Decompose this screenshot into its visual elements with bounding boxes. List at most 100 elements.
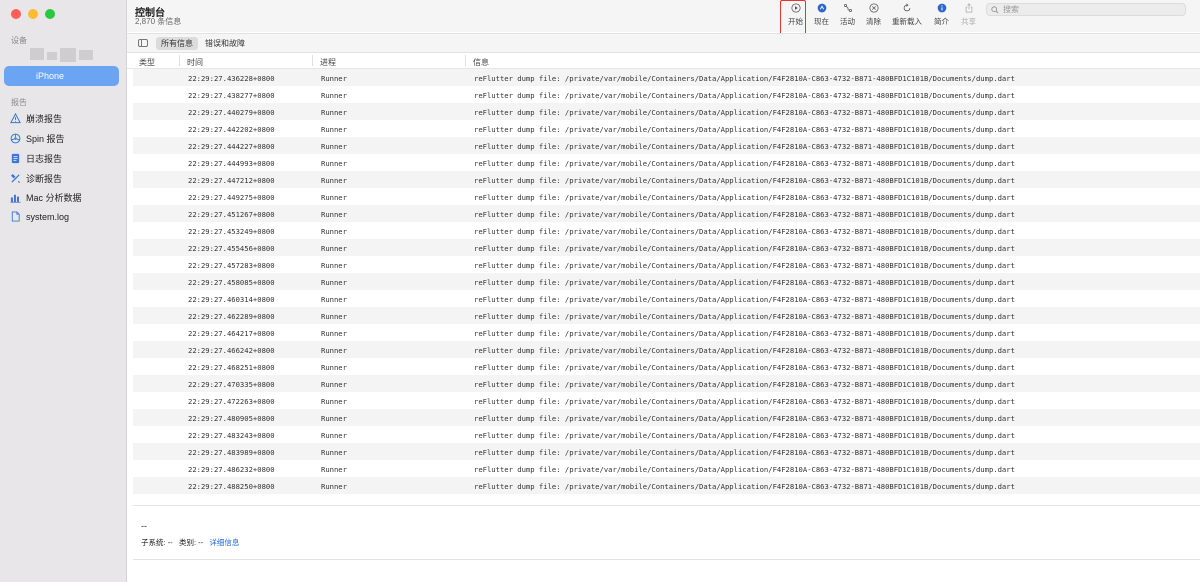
column-header-type[interactable]: 类型 [139,57,155,68]
row-time: 22:29:27.438277+0800 [188,91,275,100]
filter-bar: 所有信息 错误和故障 [127,33,1200,53]
play-icon [790,3,801,13]
table-row[interactable]: 22:29:27.453249+0800 Runner reFlutter dump… [133,222,1200,239]
sidebar-item-label: 崩溃报告 [26,114,63,124]
now-button[interactable]: 现在 [814,3,829,27]
table-row[interactable]: 22:29:27.442202+0800 Runner reFlutter dump… [133,120,1200,137]
row-process: Runner [321,125,347,134]
table-row[interactable]: 22:29:27.449275+0800 Runner reFlutter dump… [133,188,1200,205]
activity-button[interactable]: 活动 [840,3,855,27]
table-row[interactable]: 22:29:27.488250+0800 Runner reFlutter dump… [133,477,1200,494]
warning-icon [10,113,21,124]
file-icon [11,211,20,222]
reports-section-label: 报告 [11,98,27,107]
row-process: Runner [321,193,347,202]
column-header-time[interactable]: 时间 [187,57,203,68]
close-window-button[interactable] [11,9,21,19]
clear-icon [868,3,879,13]
column-divider[interactable] [312,55,313,66]
table-row[interactable]: 22:29:27.438277+0800 Runner reFlutter dump… [133,86,1200,103]
row-process: Runner [321,91,347,100]
sidebar-item-mac-analytics[interactable]: Mac 分析数据 [10,191,82,204]
row-time: 22:29:27.468251+0800 [188,363,275,372]
table-row[interactable]: 22:29:27.486232+0800 Runner reFlutter dump… [133,460,1200,477]
table-row[interactable]: 22:29:27.447212+0800 Runner reFlutter dump… [133,171,1200,188]
minimize-window-button[interactable] [28,9,38,19]
tab-all-messages[interactable]: 所有信息 [156,36,198,50]
table-row[interactable]: 22:29:27.483989+0800 Runner reFlutter dump… [133,443,1200,460]
row-message: reFlutter dump file: /private/var/mobile… [474,329,1015,338]
share-button-label: 共享 [961,17,976,26]
row-message: reFlutter dump file: /private/var/mobile… [474,312,1015,321]
details-link[interactable]: 详细信息 [209,538,239,547]
column-header-process[interactable]: 进程 [320,57,336,68]
row-time: 22:29:27.483243+0800 [188,431,275,440]
info-icon [937,3,946,13]
row-process: Runner [321,227,347,236]
row-message: reFlutter dump file: /private/var/mobile… [474,363,1015,372]
row-process: Runner [321,482,347,491]
column-header-message[interactable]: 信息 [473,57,489,68]
row-process: Runner [321,363,347,372]
row-message: reFlutter dump file: /private/var/mobile… [474,465,1015,474]
info-button[interactable]: 简介 [934,3,949,27]
table-row[interactable]: 22:29:27.468251+0800 Runner reFlutter dump… [133,358,1200,375]
table-row[interactable]: 22:29:27.451267+0800 Runner reFlutter dump… [133,205,1200,222]
row-message: reFlutter dump file: /private/var/mobile… [474,210,1015,219]
table-row[interactable]: 22:29:27.470335+0800 Runner reFlutter dump… [133,375,1200,392]
table-row[interactable]: 22:29:27.483243+0800 Runner reFlutter dump… [133,426,1200,443]
zoom-window-button[interactable] [45,9,55,19]
table-row[interactable]: 22:29:27.436228+0800 Runner reFlutter dump… [133,69,1200,86]
table-row[interactable]: 22:29:27.462289+0800 Runner reFlutter dump… [133,307,1200,324]
sidebar: 设备 iPhone 报告 崩溃报告 Spin 报告 日志报告 诊断报告 Mac … [0,0,127,582]
sidebar-item-spin-reports[interactable]: Spin 报告 [10,132,65,145]
tab-errors-and-faults[interactable]: 错误和故障 [200,37,250,50]
category-label: 类别: [178,538,197,547]
table-header: 类型 时间 进程 信息 [127,53,1200,69]
spin-icon [10,133,21,144]
message-count: 2,870 条信息 [135,17,182,26]
row-process: Runner [321,74,347,83]
sidebar-item-system-log[interactable]: system.log [10,211,69,222]
table-row[interactable]: 22:29:27.458085+0800 Runner reFlutter dump… [133,273,1200,290]
table-row[interactable]: 22:29:27.455456+0800 Runner reFlutter dump… [133,239,1200,256]
sidebar-item-crash-reports[interactable]: 崩溃报告 [10,112,62,125]
clear-button[interactable]: 清除 [866,3,881,27]
redacted-device-image [30,48,108,62]
table-row[interactable]: 22:29:27.457283+0800 Runner reFlutter dump… [133,256,1200,273]
devices-section-label: 设备 [11,36,27,45]
table-row[interactable]: 22:29:27.440279+0800 Runner reFlutter dump… [133,103,1200,120]
row-process: Runner [321,465,347,474]
row-process: Runner [321,312,347,321]
start-button[interactable]: 开始 [788,3,803,27]
column-divider[interactable] [465,55,466,66]
share-button[interactable]: 共享 [961,3,976,27]
table-row[interactable]: 22:29:27.444993+0800 Runner reFlutter dump… [133,154,1200,171]
row-process: Runner [321,346,347,355]
table-row[interactable]: 22:29:27.464217+0800 Runner reFlutter dump… [133,324,1200,341]
category-value: -- [198,538,204,547]
sidebar-device-iphone[interactable]: iPhone [4,66,119,86]
row-message: reFlutter dump file: /private/var/mobile… [474,244,1015,253]
sidebar-item-log-reports[interactable]: 日志报告 [10,152,62,165]
column-divider[interactable] [179,55,180,66]
row-process: Runner [321,159,347,168]
sidebar-item-diagnostic-reports[interactable]: 诊断报告 [10,172,62,185]
start-button-label: 开始 [788,17,803,26]
table-row[interactable]: 22:29:27.472263+0800 Runner reFlutter dump… [133,392,1200,409]
row-process: Runner [321,295,347,304]
search-input[interactable]: 搜索 [986,3,1186,16]
table-row[interactable]: 22:29:27.444227+0800 Runner reFlutter dump… [133,137,1200,154]
table-row[interactable]: 22:29:27.460314+0800 Runner reFlutter dump… [133,290,1200,307]
now-icon [817,3,826,13]
table-row[interactable]: 22:29:27.466242+0800 Runner reFlutter dump… [133,341,1200,358]
reload-icon [903,3,911,12]
window-controls [11,9,55,19]
row-time: 22:29:27.442202+0800 [188,125,275,134]
reload-button[interactable]: 重新载入 [892,3,922,27]
toolbar: 控制台 2,870 条信息 开始 现在 活动 清除 重新载入 简介 共享 搜索 [127,0,1200,32]
sidebar-toggle-icon[interactable] [138,39,148,47]
row-message: reFlutter dump file: /private/var/mobile… [474,295,1015,304]
row-process: Runner [321,210,347,219]
table-row[interactable]: 22:29:27.480905+0800 Runner reFlutter dump… [133,409,1200,426]
